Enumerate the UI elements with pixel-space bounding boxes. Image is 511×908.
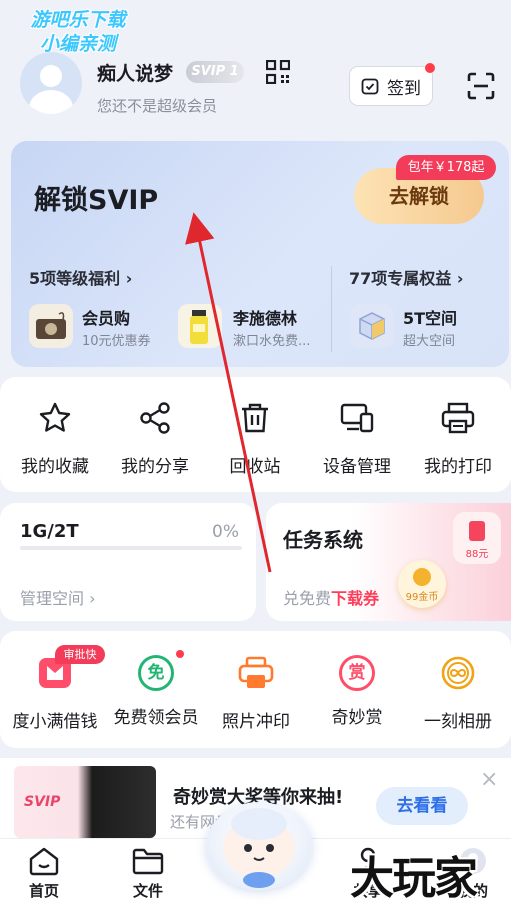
watermark-line-1: 游吧乐下载 — [30, 9, 126, 31]
perk-title[interactable]: 李施德林 — [233, 305, 297, 329]
storage-progress-bar — [20, 546, 242, 550]
notification-dot — [425, 63, 435, 73]
service-rewards[interactable]: 赏 奇妙赏 — [305, 655, 409, 728]
chevron-right-icon: › — [456, 269, 464, 288]
tool-label: 我的收藏 — [21, 457, 89, 477]
nav-home[interactable]: 首页 — [14, 846, 74, 901]
storage-percent: 0% — [212, 522, 239, 542]
service-label: 照片冲印 — [222, 712, 290, 732]
mouthwash-product-icon[interactable] — [178, 304, 222, 348]
perk-title[interactable]: 会员购 — [82, 305, 130, 329]
svip-title: 解锁SVIP — [34, 185, 159, 216]
reward-badge-icon: 赏 — [339, 655, 375, 691]
star-icon — [39, 402, 71, 432]
printer-icon — [441, 402, 475, 434]
album-infinity-icon — [441, 656, 475, 690]
service-album[interactable]: 一刻相册 — [406, 655, 510, 732]
service-label: 免费领会员 — [113, 708, 199, 728]
tool-label: 我的打印 — [424, 457, 492, 477]
manage-storage-link[interactable]: 管理空间 › — [20, 585, 96, 609]
home-icon — [29, 847, 59, 876]
service-label: 度小满借钱 — [12, 712, 98, 732]
svip-level-badge[interactable]: SVIP 1 — [186, 61, 244, 83]
perk-subtitle: 10元优惠券 — [82, 334, 151, 349]
manage-storage-label: 管理空间 — [20, 589, 85, 608]
divider — [331, 266, 332, 352]
signin-label: 签到 — [387, 78, 421, 99]
banner-img-label: SVIP — [24, 794, 61, 810]
mascot-icon[interactable] — [206, 802, 312, 890]
avatar[interactable] — [20, 52, 82, 114]
tool-shares[interactable]: 我的分享 — [105, 400, 205, 477]
devices-icon — [340, 403, 374, 433]
tool-label: 设备管理 — [323, 457, 391, 477]
qr-code-icon[interactable] — [266, 60, 290, 84]
username: 痴人说梦 — [97, 63, 174, 85]
task-sub-highlight: 下载券 — [331, 589, 380, 608]
perk-subtitle: 超大空间 — [403, 334, 456, 349]
storage-usage: 1G/2T — [20, 521, 79, 542]
tool-recycle-bin[interactable]: 回收站 — [205, 400, 305, 477]
photo-print-icon — [238, 656, 274, 688]
approval-fast-tag: 审批快 — [55, 645, 105, 664]
price-tag: 包年￥178起 — [396, 155, 496, 180]
tool-device-management[interactable]: 设备管理 — [307, 400, 407, 477]
calendar-check-icon — [361, 78, 379, 95]
notification-dot — [176, 650, 184, 658]
chevron-right-icon: › — [125, 269, 133, 288]
nav-label: 首页 — [28, 882, 59, 900]
exclusive-rights-link[interactable]: 77项专属权益 › — [349, 265, 463, 289]
perk-title[interactable]: 5T空间 — [403, 305, 457, 329]
task-sub-prefix: 兑免费 — [283, 589, 332, 608]
member-status-text[interactable]: 您还不是超级会员 — [97, 95, 217, 116]
nav-label: 文件 — [132, 882, 163, 900]
exclusive-rights-label: 77项专属权益 — [349, 269, 452, 288]
tool-my-print[interactable]: 我的打印 — [408, 400, 508, 477]
task-title: 任务系统 — [283, 528, 363, 552]
close-icon[interactable]: × — [480, 767, 498, 792]
service-label: 奇妙赏 — [331, 708, 383, 728]
service-label: 一刻相册 — [424, 712, 492, 732]
watermark-bottom: 大玩家 — [350, 853, 478, 904]
perk-subtitle: 漱口水免费... — [233, 334, 311, 349]
banner-go-button[interactable]: 去看看 — [376, 787, 468, 825]
level-benefits-label: 5项等级福利 — [29, 269, 121, 288]
share-icon — [140, 402, 170, 434]
red-packet-icon: 88元 — [453, 512, 501, 564]
folder-icon — [132, 848, 164, 875]
tool-label: 回收站 — [229, 457, 281, 477]
tool-favorites[interactable]: 我的收藏 — [5, 400, 105, 477]
promo-banner-image[interactable]: SVIP — [14, 766, 156, 838]
chevron-right-icon: › — [89, 589, 96, 608]
camera-product-icon[interactable] — [29, 304, 73, 348]
tool-label: 我的分享 — [121, 457, 189, 477]
service-free-membership[interactable]: 免 免费领会员 — [104, 655, 208, 728]
nav-files[interactable]: 文件 — [118, 846, 178, 901]
watermark-logo: 游吧乐下载 小编亲测 — [8, 8, 148, 56]
level-benefits-link[interactable]: 5项等级福利 › — [29, 265, 132, 289]
service-photo-print[interactable]: 照片冲印 — [204, 655, 308, 732]
watermark-line-2: 小编亲测 — [39, 33, 116, 55]
trash-icon — [242, 403, 268, 433]
scan-icon[interactable] — [467, 72, 495, 100]
task-subtitle: 兑免费下载券 — [283, 585, 379, 609]
signin-button[interactable]: 签到 — [349, 63, 435, 106]
cube-storage-icon[interactable] — [350, 304, 394, 348]
free-badge-icon: 免 — [138, 655, 174, 691]
service-loan[interactable]: 度小满借钱 — [3, 655, 107, 732]
gold-coin-icon: 99金币 — [398, 560, 446, 608]
